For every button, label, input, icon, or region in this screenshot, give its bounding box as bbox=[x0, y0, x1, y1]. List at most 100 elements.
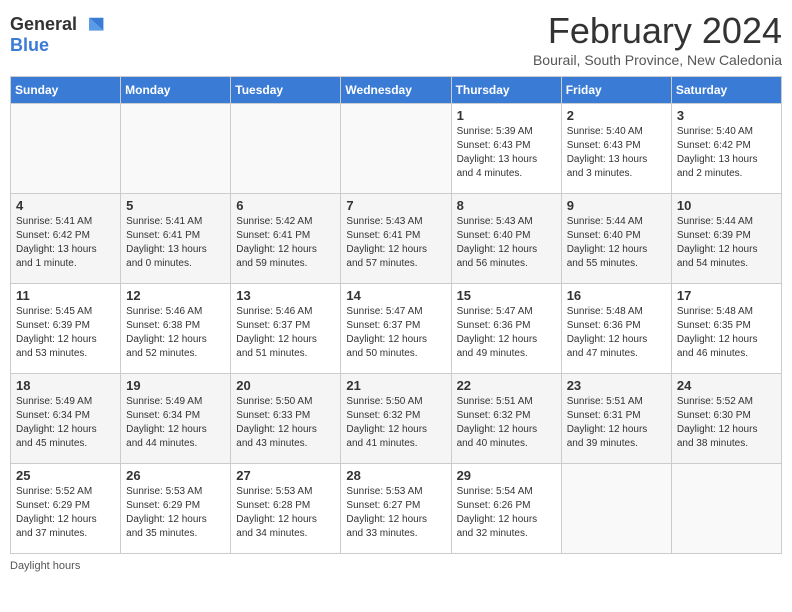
calendar-week-row: 1 Sunrise: 5:39 AM Sunset: 6:43 PM Daylig… bbox=[11, 104, 782, 194]
day-info: Sunrise: 5:46 AM Sunset: 6:37 PM Dayligh… bbox=[236, 305, 335, 361]
calendar-week-row: 25 Sunrise: 5:52 AM Sunset: 6:29 PM Dayli… bbox=[11, 464, 782, 554]
logo-general-text: General bbox=[10, 14, 77, 35]
day-info: Sunrise: 5:44 AM Sunset: 6:39 PM Dayligh… bbox=[677, 215, 776, 271]
calendar-cell: 21Sunrise: 5:50 AM Sunset: 6:32 PM Dayli… bbox=[341, 374, 451, 464]
day-info: Sunrise: 5:54 AM Sunset: 6:26 PM Dayligh… bbox=[457, 485, 556, 541]
day-info: Sunrise: 5:48 AM Sunset: 6:36 PM Dayligh… bbox=[567, 305, 666, 361]
day-info: Sunrise: 5:48 AM Sunset: 6:35 PM Dayligh… bbox=[677, 305, 776, 361]
calendar-cell: 3 Sunrise: 5:40 AM Sunset: 6:42 PM Daylig… bbox=[671, 104, 781, 194]
calendar-day-header: Friday bbox=[561, 77, 671, 104]
calendar-cell: 1 Sunrise: 5:39 AM Sunset: 6:43 PM Daylig… bbox=[451, 104, 561, 194]
day-info: Sunrise: 5:43 AM Sunset: 6:41 PM Dayligh… bbox=[346, 215, 445, 271]
day-number: 17 bbox=[677, 288, 776, 303]
day-number: 9 bbox=[567, 198, 666, 213]
day-number: 19 bbox=[126, 378, 225, 393]
calendar-day-header: Thursday bbox=[451, 77, 561, 104]
calendar-week-row: 4 Sunrise: 5:41 AM Sunset: 6:42 PM Daylig… bbox=[11, 194, 782, 284]
calendar-cell: 12 Sunrise: 5:46 AM Sunset: 6:38 PM Dayli… bbox=[121, 284, 231, 374]
title-area: February 2024 Bourail, South Province, N… bbox=[533, 10, 782, 68]
calendar-cell: 17 Sunrise: 5:48 AM Sunset: 6:35 PM Dayli… bbox=[671, 284, 781, 374]
logo: General Blue bbox=[10, 14, 105, 56]
calendar-cell bbox=[11, 104, 121, 194]
calendar-week-row: 11 Sunrise: 5:45 AM Sunset: 6:39 PM Dayli… bbox=[11, 284, 782, 374]
day-info: Sunrise: 5:41 AM Sunset: 6:41 PM Dayligh… bbox=[126, 215, 225, 271]
calendar-week-row: 18 Sunrise: 5:49 AM Sunset: 6:34 PM Dayli… bbox=[11, 374, 782, 464]
calendar-cell: 9 Sunrise: 5:44 AM Sunset: 6:40 PM Daylig… bbox=[561, 194, 671, 284]
page-header: General Blue February 2024 Bourail, Sout… bbox=[10, 10, 782, 68]
day-number: 26 bbox=[126, 468, 225, 483]
day-number: 1 bbox=[457, 108, 556, 123]
location-text: Bourail, South Province, New Caledonia bbox=[533, 52, 782, 68]
day-info: Sunrise: 5:50 AM Sunset: 6:32 PM Dayligh… bbox=[346, 395, 445, 451]
day-number: 14 bbox=[346, 288, 445, 303]
day-number: 25 bbox=[16, 468, 115, 483]
day-info: Sunrise: 5:41 AM Sunset: 6:42 PM Dayligh… bbox=[16, 215, 115, 271]
calendar-day-header: Wednesday bbox=[341, 77, 451, 104]
calendar-cell: 6Sunrise: 5:42 AM Sunset: 6:41 PM Daylig… bbox=[231, 194, 341, 284]
calendar-cell: 10 Sunrise: 5:44 AM Sunset: 6:39 PM Dayli… bbox=[671, 194, 781, 284]
calendar-cell: 23 Sunrise: 5:51 AM Sunset: 6:31 PM Dayli… bbox=[561, 374, 671, 464]
calendar-day-header: Saturday bbox=[671, 77, 781, 104]
day-number: 27 bbox=[236, 468, 335, 483]
day-info: Sunrise: 5:52 AM Sunset: 6:29 PM Dayligh… bbox=[16, 485, 115, 541]
day-info: Sunrise: 5:42 AM Sunset: 6:41 PM Dayligh… bbox=[236, 215, 335, 271]
calendar-cell: 15Sunrise: 5:47 AM Sunset: 6:36 PM Dayli… bbox=[451, 284, 561, 374]
day-number: 24 bbox=[677, 378, 776, 393]
calendar-cell: 2 Sunrise: 5:40 AM Sunset: 6:43 PM Daylig… bbox=[561, 104, 671, 194]
day-number: 5 bbox=[126, 198, 225, 213]
calendar-day-header: Tuesday bbox=[231, 77, 341, 104]
day-info: Sunrise: 5:53 AM Sunset: 6:27 PM Dayligh… bbox=[346, 485, 445, 541]
calendar-cell: 20 Sunrise: 5:50 AM Sunset: 6:33 PM Dayli… bbox=[231, 374, 341, 464]
calendar-cell: 27Sunrise: 5:53 AM Sunset: 6:28 PM Dayli… bbox=[231, 464, 341, 554]
day-number: 11 bbox=[16, 288, 115, 303]
day-number: 10 bbox=[677, 198, 776, 213]
calendar-cell: 14 Sunrise: 5:47 AM Sunset: 6:37 PM Dayli… bbox=[341, 284, 451, 374]
day-info: Sunrise: 5:50 AM Sunset: 6:33 PM Dayligh… bbox=[236, 395, 335, 451]
calendar-cell: 25 Sunrise: 5:52 AM Sunset: 6:29 PM Dayli… bbox=[11, 464, 121, 554]
day-info: Sunrise: 5:40 AM Sunset: 6:42 PM Dayligh… bbox=[677, 125, 776, 181]
calendar-cell bbox=[561, 464, 671, 554]
calendar-cell bbox=[341, 104, 451, 194]
day-number: 18 bbox=[16, 378, 115, 393]
day-info: Sunrise: 5:39 AM Sunset: 6:43 PM Dayligh… bbox=[457, 125, 556, 181]
day-number: 3 bbox=[677, 108, 776, 123]
calendar-cell: 4 Sunrise: 5:41 AM Sunset: 6:42 PM Daylig… bbox=[11, 194, 121, 284]
day-number: 23 bbox=[567, 378, 666, 393]
day-number: 4 bbox=[16, 198, 115, 213]
day-number: 22 bbox=[457, 378, 556, 393]
calendar-header-row: SundayMondayTuesdayWednesdayThursdayFrid… bbox=[11, 77, 782, 104]
calendar-cell: 28Sunrise: 5:53 AM Sunset: 6:27 PM Dayli… bbox=[341, 464, 451, 554]
day-info: Sunrise: 5:51 AM Sunset: 6:32 PM Dayligh… bbox=[457, 395, 556, 451]
calendar-cell: 11 Sunrise: 5:45 AM Sunset: 6:39 PM Dayli… bbox=[11, 284, 121, 374]
calendar-cell: 26 Sunrise: 5:53 AM Sunset: 6:29 PM Dayli… bbox=[121, 464, 231, 554]
calendar-cell: 19 Sunrise: 5:49 AM Sunset: 6:34 PM Dayli… bbox=[121, 374, 231, 464]
day-info: Sunrise: 5:53 AM Sunset: 6:29 PM Dayligh… bbox=[126, 485, 225, 541]
footer-text: Daylight hours bbox=[10, 560, 782, 572]
calendar-day-header: Monday bbox=[121, 77, 231, 104]
day-number: 7 bbox=[346, 198, 445, 213]
day-info: Sunrise: 5:51 AM Sunset: 6:31 PM Dayligh… bbox=[567, 395, 666, 451]
day-number: 2 bbox=[567, 108, 666, 123]
calendar-cell bbox=[671, 464, 781, 554]
day-info: Sunrise: 5:49 AM Sunset: 6:34 PM Dayligh… bbox=[16, 395, 115, 451]
day-number: 16 bbox=[567, 288, 666, 303]
calendar-cell: 5 Sunrise: 5:41 AM Sunset: 6:41 PM Daylig… bbox=[121, 194, 231, 284]
day-info: Sunrise: 5:49 AM Sunset: 6:34 PM Dayligh… bbox=[126, 395, 225, 451]
month-title: February 2024 bbox=[533, 10, 782, 52]
day-number: 12 bbox=[126, 288, 225, 303]
calendar-cell: 24 Sunrise: 5:52 AM Sunset: 6:30 PM Dayli… bbox=[671, 374, 781, 464]
calendar-cell: 16 Sunrise: 5:48 AM Sunset: 6:36 PM Dayli… bbox=[561, 284, 671, 374]
day-info: Sunrise: 5:47 AM Sunset: 6:37 PM Dayligh… bbox=[346, 305, 445, 361]
logo-blue-text: Blue bbox=[10, 35, 49, 56]
calendar-cell bbox=[121, 104, 231, 194]
day-info: Sunrise: 5:44 AM Sunset: 6:40 PM Dayligh… bbox=[567, 215, 666, 271]
day-info: Sunrise: 5:47 AM Sunset: 6:36 PM Dayligh… bbox=[457, 305, 556, 361]
calendar-cell: 18 Sunrise: 5:49 AM Sunset: 6:34 PM Dayli… bbox=[11, 374, 121, 464]
calendar-cell: 29Sunrise: 5:54 AM Sunset: 6:26 PM Dayli… bbox=[451, 464, 561, 554]
day-number: 20 bbox=[236, 378, 335, 393]
day-info: Sunrise: 5:40 AM Sunset: 6:43 PM Dayligh… bbox=[567, 125, 666, 181]
day-info: Sunrise: 5:52 AM Sunset: 6:30 PM Dayligh… bbox=[677, 395, 776, 451]
day-info: Sunrise: 5:45 AM Sunset: 6:39 PM Dayligh… bbox=[16, 305, 115, 361]
calendar-cell: 13Sunrise: 5:46 AM Sunset: 6:37 PM Dayli… bbox=[231, 284, 341, 374]
day-info: Sunrise: 5:46 AM Sunset: 6:38 PM Dayligh… bbox=[126, 305, 225, 361]
